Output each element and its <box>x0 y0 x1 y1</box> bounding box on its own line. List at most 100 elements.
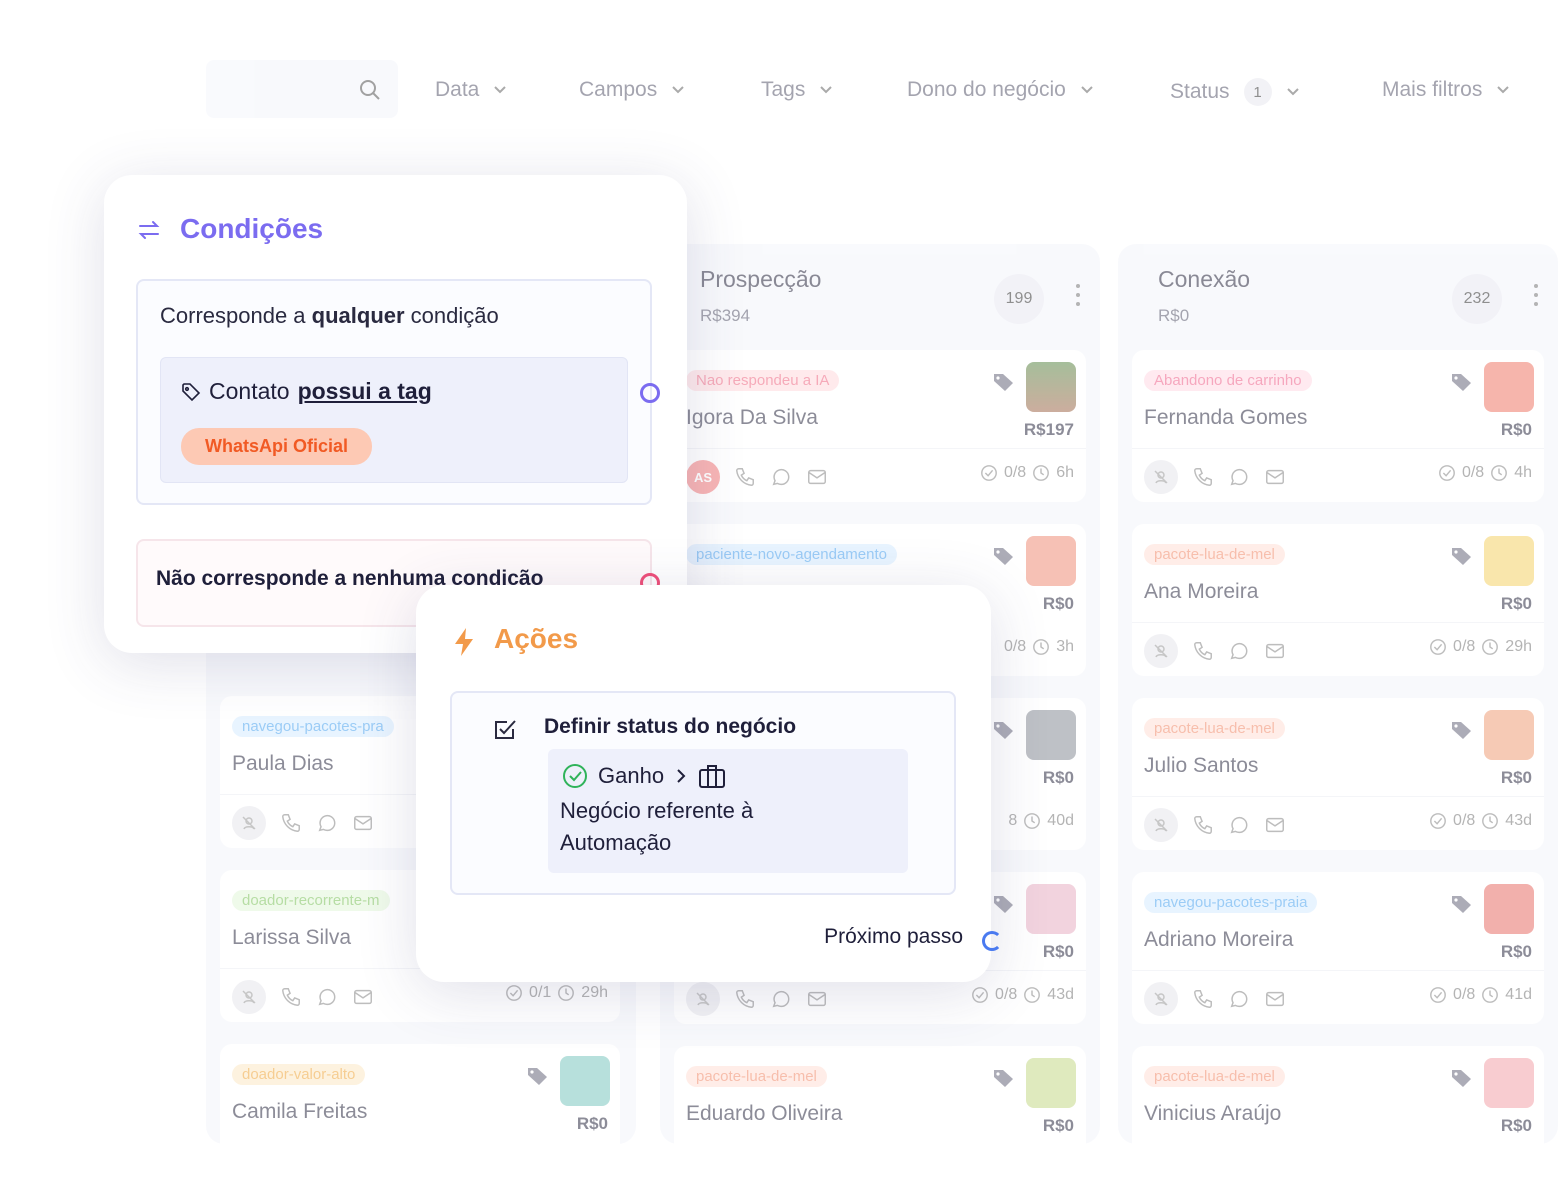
clock-icon <box>1033 465 1050 481</box>
deal-name: Julio Santos <box>1144 754 1259 777</box>
action-step[interactable]: Definir status do negócio Ganho Negócio … <box>450 691 956 895</box>
owner-avatar[interactable] <box>686 982 720 1016</box>
phone-icon[interactable] <box>1192 814 1214 836</box>
owner-avatar[interactable]: AS <box>686 460 720 494</box>
action-detail: Ganho Negócio referente à Automação <box>548 749 908 873</box>
more-vertical-icon[interactable] <box>1076 284 1082 311</box>
mail-icon[interactable] <box>352 986 374 1008</box>
owner-avatar[interactable] <box>1144 460 1178 494</box>
next-step-handle[interactable] <box>982 931 1002 951</box>
check-circle-icon <box>981 465 997 481</box>
deal-card[interactable]: pacote-lua-de-mel Vinicius Araújo R$0 <box>1132 1046 1544 1198</box>
mail-icon[interactable] <box>1264 466 1286 488</box>
mail-icon[interactable] <box>1264 988 1286 1010</box>
filter-data[interactable]: Data <box>435 78 507 102</box>
chevron-down-icon <box>1081 86 1093 94</box>
tag-icon[interactable] <box>992 546 1016 566</box>
deal-tag: Abandono de carrinho <box>1144 370 1312 391</box>
connector-handle[interactable] <box>640 383 660 403</box>
tag-condition-rule[interactable]: Contato possui a tag WhatsApi Oficial <box>160 357 628 483</box>
conditions-title: Condições <box>180 213 324 244</box>
tag-icon[interactable] <box>1450 894 1474 914</box>
owner-avatar[interactable] <box>232 806 266 840</box>
phone-icon[interactable] <box>1192 466 1214 488</box>
tag-icon[interactable] <box>992 720 1016 740</box>
avatar <box>1484 710 1534 760</box>
tag-icon[interactable] <box>1450 1068 1474 1088</box>
mail-icon[interactable] <box>806 988 828 1010</box>
phone-icon[interactable] <box>734 466 756 488</box>
deal-card[interactable]: Abandono de carrinho Fernanda Gomes R$0 … <box>1132 350 1544 502</box>
filter-mais[interactable]: Mais filtros <box>1382 78 1510 102</box>
filter-status[interactable]: Status 1 <box>1170 78 1300 106</box>
column-conexao: Conexão R$0 232 Abandono de carrinho Fer… <box>1118 244 1558 1198</box>
check-circle-icon <box>506 985 522 1001</box>
chat-icon[interactable] <box>1228 988 1250 1010</box>
avatar <box>1026 1058 1076 1108</box>
owner-avatar[interactable] <box>232 980 266 1014</box>
tag-icon[interactable] <box>1450 372 1474 392</box>
tag-icon[interactable] <box>992 1068 1016 1088</box>
tag-icon[interactable] <box>992 894 1016 914</box>
checkbox-icon <box>495 720 516 739</box>
mail-icon[interactable] <box>806 466 828 488</box>
deal-name: Fernanda Gomes <box>1144 406 1308 429</box>
deal-tag: navegou-pacotes-pra <box>232 716 394 737</box>
tag-icon[interactable] <box>1450 546 1474 566</box>
filter-dono[interactable]: Dono do negócio <box>907 78 1094 102</box>
deal-tag: doador-valor-alto <box>232 1064 366 1085</box>
check-circle-icon <box>1430 813 1446 829</box>
clock-icon <box>1482 987 1499 1003</box>
clock-icon <box>1024 987 1041 1003</box>
chat-icon[interactable] <box>770 466 792 488</box>
clock-icon <box>1024 813 1041 829</box>
clock-icon <box>1482 639 1499 655</box>
mail-icon[interactable] <box>352 812 374 834</box>
phone-icon[interactable] <box>1192 640 1214 662</box>
search-input[interactable] <box>206 60 398 118</box>
filter-campos[interactable]: Campos <box>579 78 685 102</box>
deal-name: Igora Da Silva <box>686 406 818 429</box>
chat-icon[interactable] <box>770 988 792 1010</box>
phone-icon[interactable] <box>280 986 302 1008</box>
search-icon <box>360 80 380 100</box>
deal-tag: doador-recorrente-m <box>232 890 390 911</box>
deal-card[interactable]: pacote-lua-de-mel Julio Santos R$0 0/8 4… <box>1132 698 1544 850</box>
phone-icon[interactable] <box>280 812 302 834</box>
tag-icon[interactable] <box>992 372 1016 392</box>
deal-card[interactable]: doador-valor-alto Camila Freitas R$0 <box>220 1044 620 1196</box>
chat-icon[interactable] <box>316 812 338 834</box>
deal-value: R$0 <box>1500 420 1532 439</box>
chat-icon[interactable] <box>316 986 338 1008</box>
column-title: Prospecção <box>700 266 822 292</box>
chat-icon[interactable] <box>1228 814 1250 836</box>
avatar <box>1484 362 1534 412</box>
condition-group[interactable]: Corresponde a qualquer condição Contato … <box>136 279 652 505</box>
owner-avatar[interactable] <box>1144 982 1178 1016</box>
chat-icon[interactable] <box>1228 640 1250 662</box>
check-circle-icon <box>563 764 587 788</box>
rule-operator-link[interactable]: possui a tag <box>298 378 432 405</box>
owner-avatar[interactable] <box>1144 634 1178 668</box>
filter-tags[interactable]: Tags <box>761 78 833 102</box>
deal-card[interactable]: Nao respondeu a IA Igora Da Silva R$197 … <box>674 350 1086 502</box>
clock-icon <box>1491 465 1508 481</box>
phone-icon[interactable] <box>734 988 756 1010</box>
lightning-icon <box>455 628 473 656</box>
deal-card[interactable]: pacote-lua-de-mel Ana Moreira R$0 0/8 29… <box>1132 524 1544 676</box>
more-vertical-icon[interactable] <box>1534 284 1540 311</box>
chevron-right-icon <box>677 769 686 783</box>
tag-icon[interactable] <box>526 1066 550 1086</box>
chat-icon[interactable] <box>1228 466 1250 488</box>
owner-avatar[interactable] <box>1144 808 1178 842</box>
phone-icon[interactable] <box>1192 988 1214 1010</box>
deal-tag: pacote-lua-de-mel <box>1144 1066 1285 1087</box>
tag-icon[interactable] <box>1450 720 1474 740</box>
mail-icon[interactable] <box>1264 814 1286 836</box>
deal-card[interactable]: navegou-pacotes-praia Adriano Moreira R$… <box>1132 872 1544 1024</box>
deal-value: R$0 <box>1500 594 1532 613</box>
tag-pill: WhatsApi Oficial <box>181 428 373 465</box>
mail-icon[interactable] <box>1264 640 1286 662</box>
deal-card[interactable]: pacote-lua-de-mel Eduardo Oliveira R$0 <box>674 1046 1086 1198</box>
user-off-icon <box>696 992 710 1006</box>
